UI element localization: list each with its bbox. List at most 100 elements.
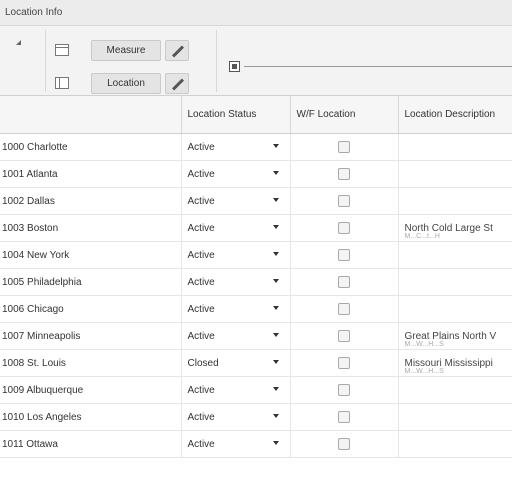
wf-location-checkbox[interactable] — [338, 411, 350, 423]
wf-location-cell — [290, 187, 399, 215]
description-cell[interactable] — [398, 430, 512, 458]
measure-tile-button[interactable]: Measure — [91, 39, 161, 61]
status-dropdown[interactable]: Active — [181, 376, 291, 404]
table-row: 1011 Ottawa Active — [0, 430, 512, 458]
chevron-down-icon[interactable] — [272, 441, 279, 445]
wf-location-cell — [290, 376, 399, 404]
status-value: Active — [187, 141, 215, 153]
status-dropdown[interactable]: Active — [181, 322, 291, 350]
chevron-down-icon[interactable] — [272, 198, 279, 202]
description-cell[interactable] — [398, 403, 512, 431]
wf-location-cell — [290, 160, 399, 188]
location-name: 1003 Boston — [0, 214, 182, 242]
status-dropdown[interactable]: Active — [181, 133, 291, 161]
wf-location-cell — [290, 214, 399, 242]
chevron-down-icon[interactable] — [272, 144, 279, 148]
description-text: North Cold Large St — [404, 222, 493, 234]
wf-location-cell — [290, 322, 399, 350]
table-row: 1005 Philadelphia Active — [0, 268, 512, 296]
description-cell[interactable] — [398, 133, 512, 161]
wf-location-cell — [290, 268, 399, 296]
table-row: 1010 Los Angeles Active — [0, 403, 512, 431]
wf-location-checkbox[interactable] — [338, 303, 350, 315]
location-name: 1004 New York — [0, 241, 182, 269]
description-cell[interactable]: Missouri Mississippi M...W...H...S — [398, 349, 512, 377]
chevron-down-icon[interactable] — [272, 171, 279, 175]
table-row: 1000 Charlotte Active — [0, 133, 512, 161]
wf-location-checkbox[interactable] — [338, 384, 350, 396]
status-dropdown[interactable]: Active — [181, 268, 291, 296]
table-row: 1002 Dallas Active — [0, 187, 512, 215]
status-value: Active — [187, 330, 215, 342]
wf-location-cell — [290, 430, 399, 458]
status-dropdown[interactable]: Active — [181, 403, 291, 431]
location-tile-button[interactable]: Location — [91, 72, 161, 94]
wf-location-checkbox[interactable] — [338, 438, 350, 450]
description-text: Great Plains North V — [404, 330, 497, 342]
description-cell[interactable] — [398, 295, 512, 323]
chevron-down-icon[interactable] — [272, 252, 279, 256]
wf-location-checkbox[interactable] — [338, 276, 350, 288]
status-value: Active — [187, 195, 215, 207]
window-title: Location Info — [0, 0, 512, 26]
wf-location-cell — [290, 295, 399, 323]
column-header-location-status[interactable]: Location Status — [181, 96, 291, 134]
description-cell[interactable]: North Cold Large St M...C...t...H — [398, 214, 512, 242]
chevron-down-icon[interactable] — [272, 333, 279, 337]
chevron-down-icon[interactable] — [272, 306, 279, 310]
location-name: 1008 St. Louis — [0, 349, 182, 377]
description-cell[interactable]: Great Plains North V M...W...H...S — [398, 322, 512, 350]
description-cell[interactable] — [398, 160, 512, 188]
pivot-divider — [45, 30, 46, 92]
chevron-down-icon[interactable] — [272, 360, 279, 364]
description-cell[interactable] — [398, 241, 512, 269]
status-value: Active — [187, 249, 215, 261]
wf-location-cell — [290, 403, 399, 431]
status-dropdown[interactable]: Active — [181, 430, 291, 458]
chevron-down-icon[interactable] — [272, 387, 279, 391]
column-drop-line — [244, 66, 512, 67]
wf-location-checkbox[interactable] — [338, 141, 350, 153]
status-dropdown[interactable]: Closed — [181, 349, 291, 377]
location-name: 1006 Chicago — [0, 295, 182, 323]
pencil-icon[interactable] — [165, 39, 189, 61]
column-drop-zone-icon[interactable] — [229, 61, 240, 72]
chevron-down-icon[interactable] — [272, 279, 279, 283]
location-name: 1011 Ottawa — [0, 430, 182, 458]
status-value: Active — [187, 222, 215, 234]
description-cell[interactable] — [398, 268, 512, 296]
status-dropdown[interactable]: Active — [181, 295, 291, 323]
location-name: 1009 Albuquerque — [0, 376, 182, 404]
status-dropdown[interactable]: Active — [181, 241, 291, 269]
wf-location-checkbox[interactable] — [338, 168, 350, 180]
pivot-row-measure: Measure — [55, 39, 189, 61]
chevron-down-icon[interactable] — [272, 225, 279, 229]
description-cell[interactable] — [398, 187, 512, 215]
wf-location-checkbox[interactable] — [338, 357, 350, 369]
status-value: Closed — [187, 357, 219, 369]
wf-location-checkbox[interactable] — [338, 249, 350, 261]
wf-location-checkbox[interactable] — [338, 195, 350, 207]
table-row: 1007 Minneapolis Active Great Plains Nor… — [0, 322, 512, 350]
status-dropdown[interactable]: Active — [181, 160, 291, 188]
status-dropdown[interactable]: Active — [181, 187, 291, 215]
pivot-divider — [216, 30, 217, 92]
location-name: 1005 Philadelphia — [0, 268, 182, 296]
status-value: Active — [187, 438, 215, 450]
pencil-icon[interactable] — [165, 72, 189, 94]
description-cell[interactable] — [398, 376, 512, 404]
wf-location-checkbox[interactable] — [338, 222, 350, 234]
chevron-down-icon[interactable] — [272, 414, 279, 418]
location-name: 1002 Dallas — [0, 187, 182, 215]
location-name: 1000 Charlotte — [0, 133, 182, 161]
column-header-location-description[interactable]: Location Description — [398, 96, 512, 134]
grid-header-row: Location Status W/F Location Location De… — [0, 96, 512, 134]
table-row: 1006 Chicago Active — [0, 295, 512, 323]
wf-location-cell — [290, 241, 399, 269]
column-header-wf-location[interactable]: W/F Location — [290, 96, 399, 134]
wf-location-checkbox[interactable] — [338, 330, 350, 342]
status-dropdown[interactable]: Active — [181, 214, 291, 242]
collapse-caret-icon[interactable] — [16, 40, 21, 45]
row-header-corner — [0, 96, 182, 134]
status-value: Active — [187, 303, 215, 315]
